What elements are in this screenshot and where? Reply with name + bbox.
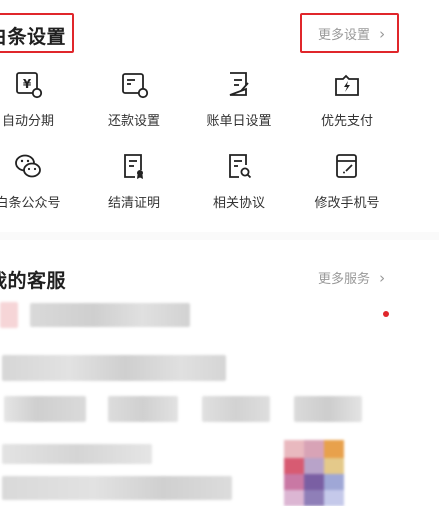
service-item-redacted[interactable] — [0, 440, 260, 506]
settings-item-bill-date[interactable]: 账单日设置 — [184, 69, 294, 129]
more-services-link[interactable]: 更多服务 › — [318, 268, 385, 287]
phone-edit-icon — [336, 154, 357, 178]
settings-item-priority-pay[interactable]: 优先支付 — [292, 69, 402, 129]
settings-item-settlement-proof[interactable]: 结清证明 — [79, 151, 189, 211]
chevron-right-icon: › — [379, 25, 386, 43]
service-section-title: 我的客服 — [0, 270, 67, 292]
redacted-text — [2, 444, 152, 464]
yen-gear-icon: ¥ — [16, 72, 43, 99]
card-gear-icon — [122, 73, 149, 99]
redacted-option — [202, 396, 270, 422]
settings-item-repayment[interactable]: 还款设置 — [79, 69, 189, 129]
more-settings-link[interactable]: 更多设置 › — [318, 24, 385, 43]
settings-item-change-phone[interactable]: 修改手机号 — [292, 151, 402, 211]
settings-item-label: 还款设置 — [107, 114, 160, 129]
wechat-icon — [15, 154, 41, 178]
settings-item-label: 相关协议 — [212, 196, 265, 211]
bill-edit-icon — [229, 72, 249, 96]
redacted-option — [108, 396, 178, 422]
unread-dot — [383, 311, 389, 317]
chevron-right-icon: › — [379, 269, 386, 287]
redacted-option — [294, 396, 362, 422]
certificate-icon — [124, 154, 143, 179]
section-divider — [0, 232, 439, 240]
redacted-option — [4, 396, 86, 422]
redacted-avatar — [0, 302, 18, 328]
service-options-redacted[interactable] — [0, 394, 395, 424]
settings-item-label: 结清证明 — [107, 196, 160, 211]
settings-item-auto-installment[interactable]: ¥ 自动分期 — [0, 69, 83, 129]
settings-item-official-account[interactable]: 白条公众号 — [0, 151, 83, 211]
settings-item-label: 账单日设置 — [206, 114, 272, 129]
redacted-text — [30, 303, 190, 327]
redacted-thumbnail — [284, 440, 344, 506]
svg-text:¥: ¥ — [23, 77, 32, 91]
redacted-text — [2, 476, 232, 500]
settings-item-label: 自动分期 — [1, 114, 54, 129]
agreement-search-icon — [229, 154, 252, 179]
service-item-redacted[interactable] — [0, 300, 200, 330]
more-services-label: 更多服务 — [318, 272, 371, 287]
settings-item-label: 优先支付 — [320, 114, 373, 129]
settings-item-label: 修改手机号 — [314, 196, 380, 211]
lightning-pay-icon — [335, 74, 359, 96]
settings-item-label: 白条公众号 — [0, 196, 61, 211]
service-item-redacted[interactable] — [0, 353, 230, 383]
more-settings-label: 更多设置 — [318, 28, 371, 43]
settings-item-agreements[interactable]: 相关协议 — [184, 151, 294, 211]
settings-section-title: 白条设置 — [0, 26, 67, 48]
redacted-text — [2, 355, 226, 381]
